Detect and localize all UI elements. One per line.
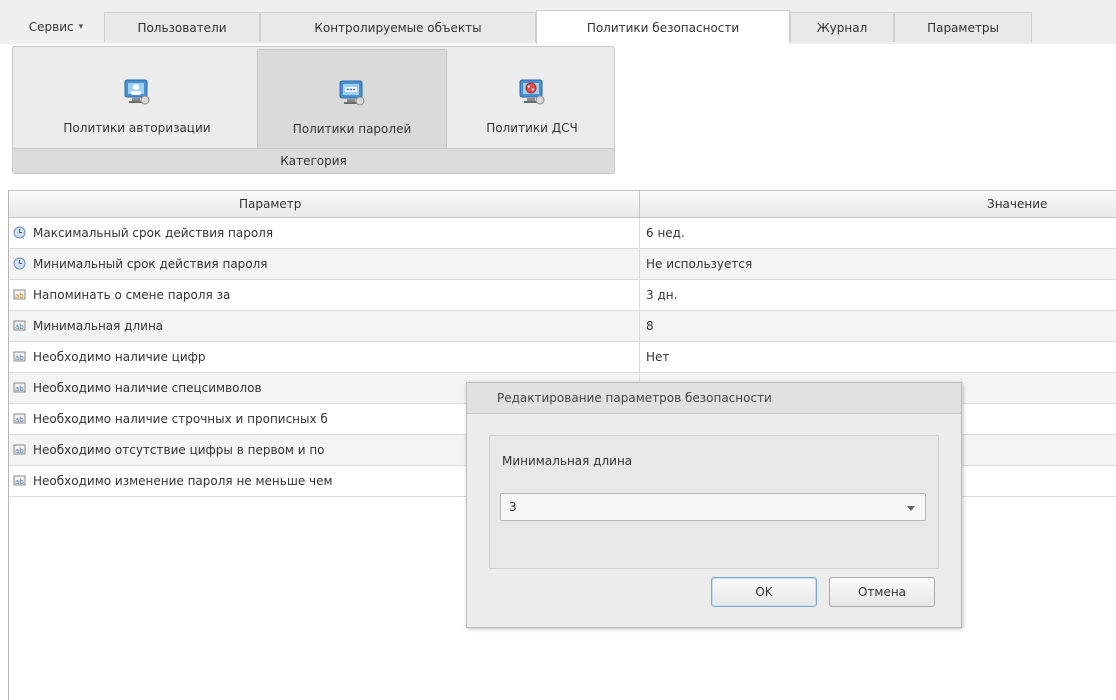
- row-parameter-value: 3 дн.: [646, 288, 678, 302]
- tab-controlled-objects[interactable]: Контролируемые объекты: [260, 12, 536, 42]
- menu-service[interactable]: Сервис ▾: [10, 12, 102, 42]
- ribbon-authorization-policies[interactable]: Политики авторизации: [17, 49, 257, 153]
- svg-text:ab: ab: [15, 323, 24, 331]
- svg-text:ab: ab: [15, 478, 24, 486]
- dialog-field-label: Минимальная длина: [502, 454, 633, 468]
- table-row[interactable]: ab Необходимо наличие цифр Нет: [9, 342, 1116, 373]
- rule-icon: ab: [13, 382, 26, 393]
- table-header: Параметр Значение: [9, 190, 1116, 218]
- ribbon-rng-policies-label: Политики ДСЧ: [486, 121, 578, 135]
- svg-text:ab: ab: [15, 416, 24, 424]
- dialog-title[interactable]: Редактирование параметров безопасности: [467, 383, 961, 414]
- dropdown-arrow-icon[interactable]: [907, 506, 915, 511]
- app-window: Сервис ▾ Пользователи Контролируемые объ…: [0, 0, 1116, 700]
- table-row[interactable]: ab Напоминать о смене пароля за 3 дн.: [9, 280, 1116, 311]
- ribbon-authorization-policies-label: Политики авторизации: [63, 121, 211, 135]
- ribbon-rng-policies[interactable]: Политики ДСЧ: [447, 49, 617, 153]
- clock-icon: [13, 257, 26, 270]
- tab-journal-label: Журнал: [816, 20, 868, 35]
- svg-text:ab: ab: [15, 385, 24, 393]
- password-policy-icon: [339, 80, 365, 106]
- tab-security-policies[interactable]: Политики безопасности: [536, 10, 790, 44]
- min-length-combobox[interactable]: 3: [500, 493, 926, 521]
- ribbon-password-policies[interactable]: Политики паролей: [257, 49, 447, 153]
- row-parameter-name: Необходимо наличие цифр: [33, 350, 206, 364]
- row-parameter-name: Минимальный срок действия пароля: [33, 257, 268, 271]
- chevron-down-icon: ▾: [78, 22, 84, 32]
- rule-icon: ab: [13, 351, 26, 362]
- row-parameter-value: 8: [646, 319, 654, 333]
- ok-button[interactable]: OK: [711, 577, 817, 607]
- column-header-parameter[interactable]: Параметр: [239, 191, 301, 217]
- row-parameter-name: Максимальный срок действия пароля: [33, 226, 274, 240]
- row-parameter-value: Не используется: [646, 257, 753, 271]
- row-parameter-value: 6 нед.: [646, 226, 685, 240]
- edit-security-parameter-dialog: Редактирование параметров безопасности М…: [466, 382, 962, 628]
- svg-text:ab: ab: [15, 447, 24, 455]
- rule-icon: ab: [13, 475, 26, 486]
- length-icon: ab: [13, 320, 26, 331]
- tab-parameters-label: Параметры: [927, 20, 999, 35]
- rule-icon: ab: [13, 413, 26, 424]
- svg-text:ab: ab: [15, 292, 24, 300]
- row-parameter-value: Нет: [646, 350, 670, 364]
- tab-controlled-objects-label: Контролируемые объекты: [314, 20, 482, 35]
- menu-service-label: Сервис: [28, 20, 74, 34]
- rng-policy-icon: [519, 79, 545, 105]
- rule-icon: ab: [13, 444, 26, 455]
- tab-journal[interactable]: Журнал: [790, 12, 894, 42]
- clock-icon: [13, 226, 26, 239]
- column-divider[interactable]: [639, 191, 640, 217]
- tab-users[interactable]: Пользователи: [104, 12, 260, 42]
- row-parameter-name: Минимальная длина: [33, 319, 164, 333]
- table-row[interactable]: Минимальный срок действия пароля Не испо…: [9, 249, 1116, 280]
- tab-security-policies-label: Политики безопасности: [586, 20, 740, 35]
- tab-bar: Сервис ▾ Пользователи Контролируемые объ…: [0, 0, 1116, 44]
- min-length-combobox-value: 3: [509, 500, 517, 514]
- svg-text:ab: ab: [15, 354, 24, 362]
- ribbon-password-policies-label: Политики паролей: [292, 122, 412, 136]
- dialog-field-group: Минимальная длина 3: [489, 435, 939, 569]
- tab-parameters[interactable]: Параметры: [894, 12, 1032, 42]
- column-header-value[interactable]: Значение: [987, 191, 1047, 217]
- table-row[interactable]: ab Минимальная длина 8: [9, 311, 1116, 342]
- row-parameter-name: Напоминать о смене пароля за: [33, 288, 231, 302]
- authorization-policy-icon: [124, 79, 150, 105]
- cancel-button[interactable]: Отмена: [829, 577, 935, 607]
- reminder-icon: ab: [13, 289, 26, 300]
- ribbon-group-label: Категория: [13, 148, 614, 173]
- tab-users-label: Пользователи: [137, 20, 227, 35]
- category-ribbon: Политики авторизации Политики паролей По…: [12, 46, 615, 174]
- table-row[interactable]: Максимальный срок действия пароля 6 нед.: [9, 218, 1116, 249]
